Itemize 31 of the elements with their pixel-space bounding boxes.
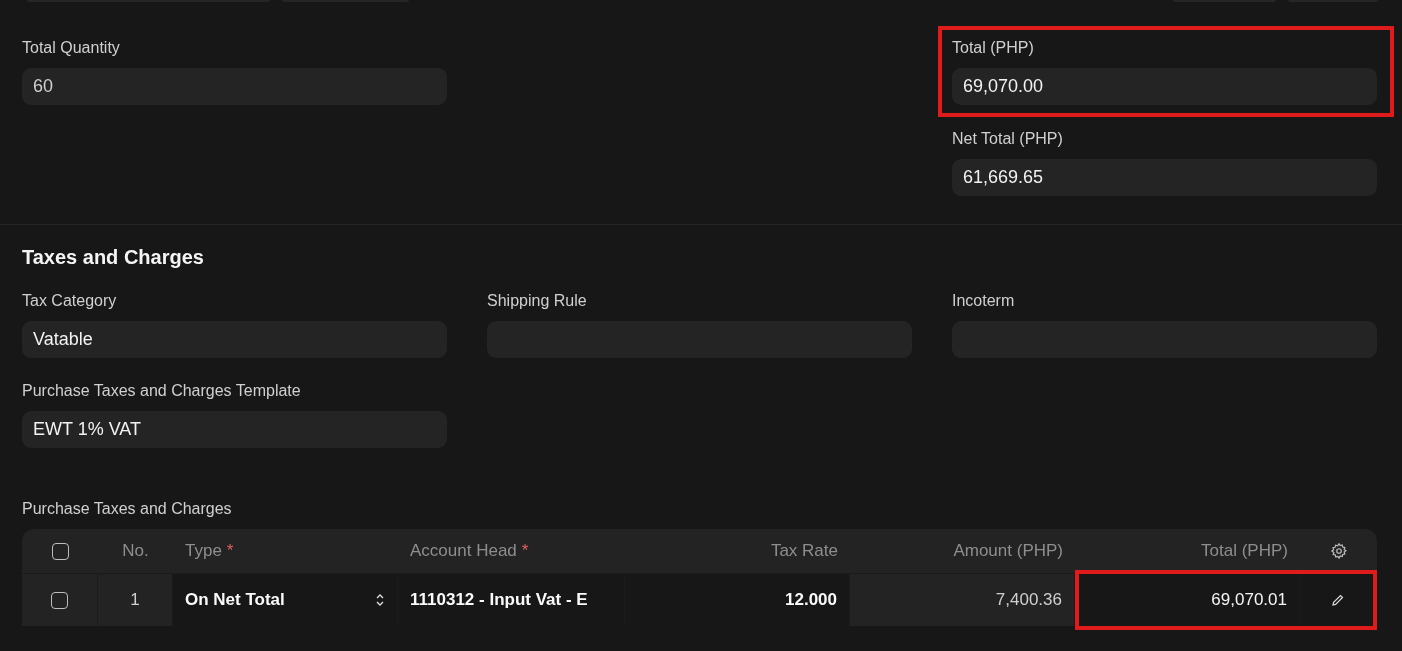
column-header: Tax Rate [770,541,838,561]
column-header: Amount (PHP) [953,541,1063,561]
column-header: Type [185,541,222,561]
input-field[interactable]: Vatable [22,321,447,358]
required-mark: * [226,541,234,561]
input-field[interactable]: 69,070.00 [952,68,1377,105]
input-field[interactable]: EWT 1% VAT [22,411,447,448]
input-field[interactable]: 61,669.65 [952,159,1377,196]
column-header: Account Head [410,541,517,561]
table-cell: 7,400.36 [850,574,1075,626]
checkbox[interactable] [51,591,68,609]
field-label: Total (PHP) [952,38,1035,57]
field-label: Purchase Taxes and Charges Template [22,381,302,400]
table-cell[interactable]: 12.000 [625,574,850,626]
field-label: Incoterm [952,291,1016,310]
input-field[interactable]: 60 [22,68,447,105]
required-mark: * [521,541,529,561]
column-header: Total (PHP) [1201,541,1288,561]
field-label: Net Total (PHP) [952,129,1064,148]
table-cell[interactable]: 1110312 - Input Vat - E [398,574,625,626]
select-field[interactable]: On Net Total [173,574,398,626]
chevron-updown-icon [375,592,385,608]
field-label: Total Quantity [22,38,121,57]
checkbox[interactable] [51,542,69,560]
section-title: Taxes and Charges [22,245,205,269]
settings-icon[interactable] [1329,542,1348,560]
field-label: Shipping Rule [487,291,588,310]
table-label: Purchase Taxes and Charges [22,499,233,518]
pencil-icon[interactable] [1331,593,1345,607]
column-header: No. [122,541,149,561]
field-label: Tax Category [22,291,118,310]
